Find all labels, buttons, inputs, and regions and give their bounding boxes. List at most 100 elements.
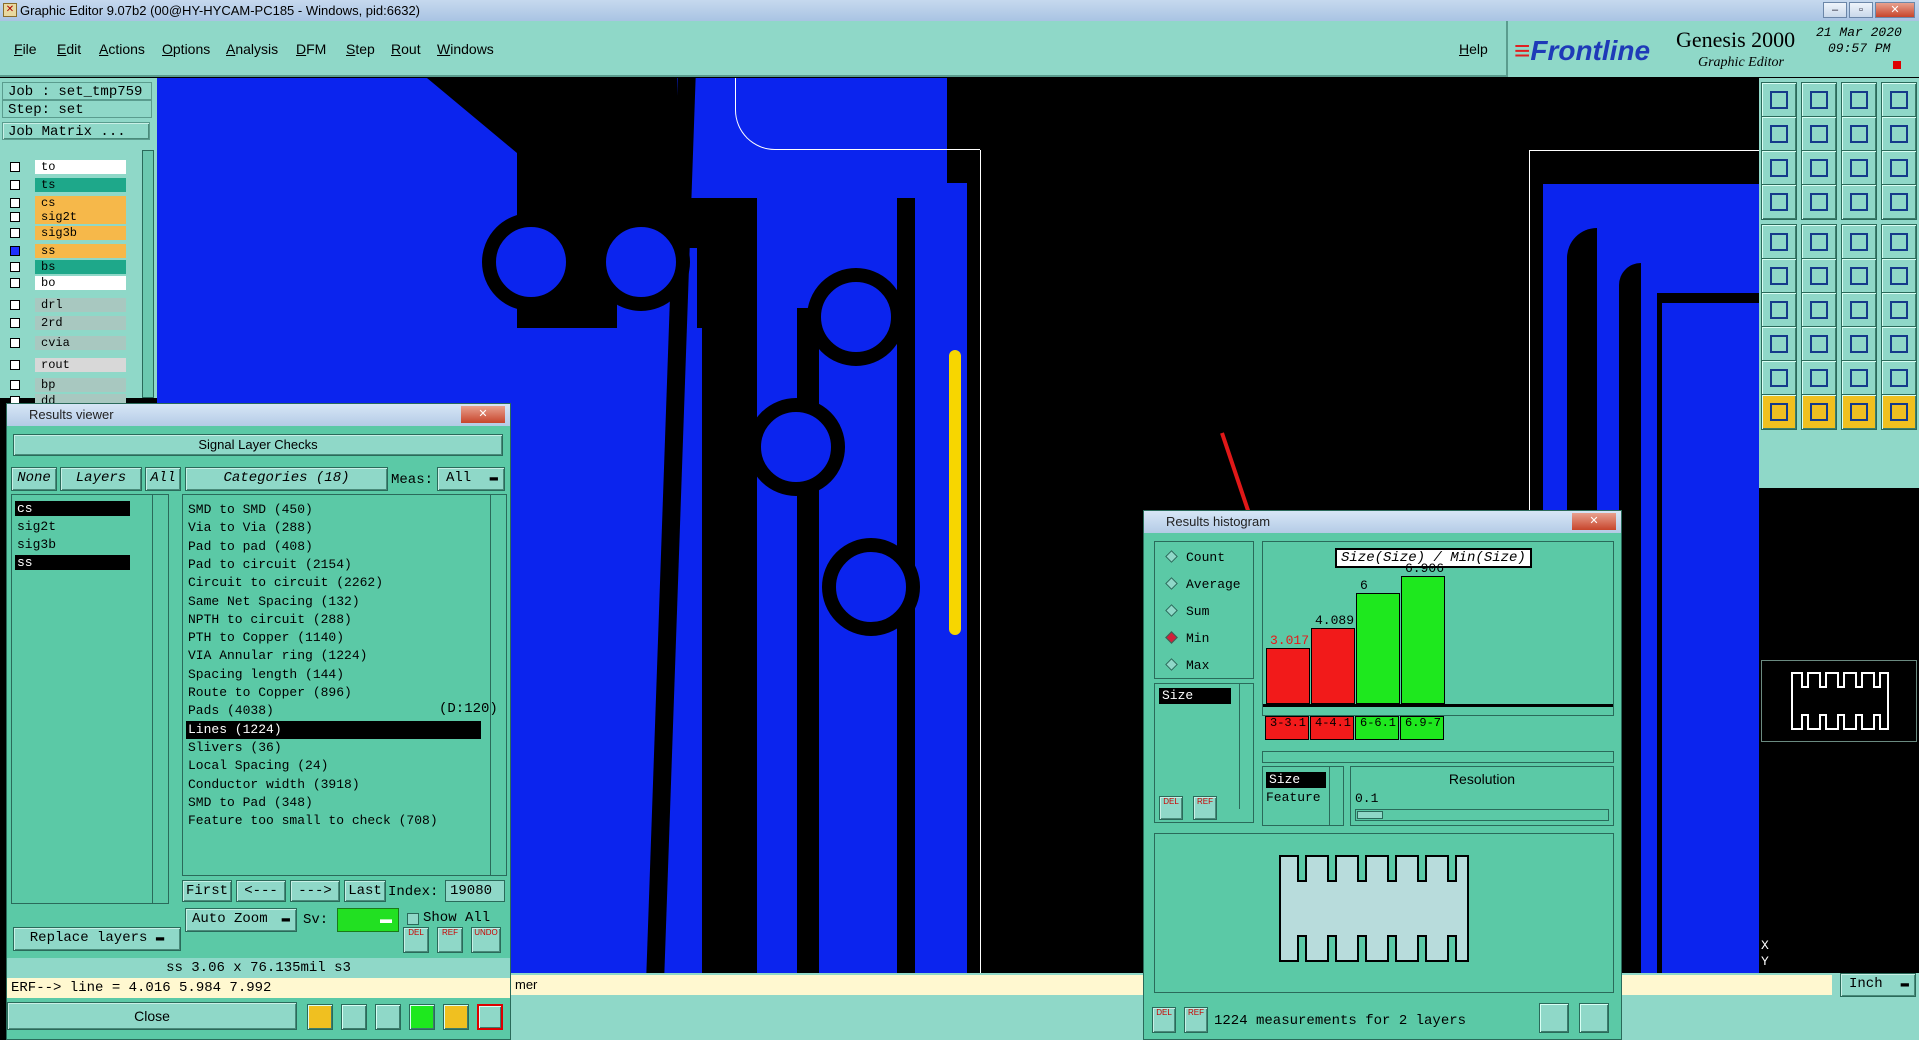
category-item[interactable]: Via to Via (288) [186, 519, 313, 537]
layer-checkbox[interactable] [10, 212, 20, 222]
menu-rout[interactable]: Rout [391, 41, 421, 57]
first-button[interactable]: First [182, 880, 232, 902]
axis-size-item[interactable]: Size [1266, 772, 1326, 788]
units-select[interactable]: Inch ▬ [1840, 973, 1916, 997]
menu-file[interactable]: File [14, 41, 37, 57]
grid-icon[interactable] [1801, 184, 1837, 220]
undo-button[interactable]: UNDO [471, 927, 501, 953]
menu-windows[interactable]: Windows [437, 41, 494, 57]
pointer-icon[interactable] [1761, 394, 1797, 430]
arc-icon[interactable] [1761, 292, 1797, 328]
layer-checkbox[interactable] [10, 338, 20, 348]
category-item[interactable]: Pads (4038) [186, 702, 274, 720]
category-item[interactable]: VIA Annular ring (1224) [186, 647, 367, 665]
preview-map[interactable] [1154, 833, 1614, 993]
resolution-slider[interactable] [1355, 809, 1609, 821]
add-icon[interactable] [1801, 224, 1837, 260]
histogram-scrollbar[interactable] [1262, 751, 1614, 763]
house-icon[interactable] [1841, 82, 1877, 118]
curve-icon[interactable] [1841, 292, 1877, 328]
move-in-icon[interactable] [1761, 116, 1797, 152]
hist-tool-a-icon[interactable] [1539, 1003, 1569, 1033]
zoom-1to1-icon[interactable] [1841, 150, 1877, 186]
layer-scrollbar[interactable] [142, 150, 154, 398]
rotate-icon[interactable] [1881, 116, 1917, 152]
route-icon[interactable] [1881, 258, 1917, 294]
category-item[interactable]: PTH to Copper (1140) [186, 629, 344, 647]
highlighted-line[interactable] [949, 350, 961, 635]
edge-icon[interactable] [1841, 258, 1877, 294]
category-item[interactable]: Conductor width (3918) [186, 776, 360, 794]
stat-option-min[interactable]: Min [1165, 631, 1209, 646]
category-item[interactable]: Pad to circuit (2154) [186, 556, 352, 574]
category-item[interactable]: SMD to Pad (348) [186, 794, 313, 812]
overview-panel[interactable] [1759, 488, 1919, 918]
layer-checkbox[interactable] [10, 360, 20, 370]
auto-zoom-select[interactable]: Auto Zoom ▬ [185, 908, 297, 932]
tool-b-icon[interactable] [341, 1004, 367, 1030]
overview-map[interactable] [1761, 660, 1917, 742]
layer-checkbox[interactable] [10, 180, 20, 190]
all-layers-button[interactable]: All [145, 467, 181, 491]
hist-ref-button[interactable]: REF [1193, 796, 1217, 820]
category-item[interactable]: Route to Copper (896) [186, 684, 352, 702]
stat-option-count[interactable]: Count [1165, 550, 1225, 565]
category-item[interactable]: Same Net Spacing (132) [186, 593, 360, 611]
hist-del-button[interactable]: DEL [1159, 796, 1183, 820]
category-item[interactable]: Feature too small to check (708) [186, 812, 438, 830]
menu-actions[interactable]: Actions [99, 41, 145, 57]
center-icon[interactable] [1801, 150, 1837, 186]
split-icon[interactable] [1881, 82, 1917, 118]
mirror-icon[interactable] [1841, 116, 1877, 152]
tool-e-icon[interactable] [443, 1004, 469, 1030]
stat-option-sum[interactable]: Sum [1165, 604, 1209, 619]
help-icon[interactable] [1881, 150, 1917, 186]
result-layer-item[interactable]: sig3b [15, 537, 130, 552]
align-icon[interactable] [1881, 326, 1917, 362]
layer-checkbox[interactable] [10, 246, 20, 256]
category-item[interactable]: SMD to SMD (450) [186, 501, 313, 519]
layer-checkbox[interactable] [10, 380, 20, 390]
prev-button[interactable]: <--- [236, 880, 286, 902]
category-item[interactable]: Local Spacing (24) [186, 757, 328, 775]
summary-del-button[interactable]: DEL [1152, 1007, 1176, 1033]
tool-c-icon[interactable] [375, 1004, 401, 1030]
job-matrix-button[interactable]: Job Matrix ... [2, 122, 150, 140]
histogram-bar[interactable] [1266, 647, 1310, 704]
meas-select[interactable]: All ▬ [437, 467, 505, 491]
replace-layers-button[interactable]: Replace layers ▬ [13, 927, 181, 951]
tool-a-icon[interactable] [307, 1004, 333, 1030]
menu-analysis[interactable]: Analysis [226, 41, 278, 57]
category-item[interactable]: Slivers (36) [186, 739, 282, 757]
menu-dfm[interactable]: DFM [296, 41, 326, 57]
pad-flip-icon[interactable] [1881, 292, 1917, 328]
resolution-slider-handle[interactable] [1357, 811, 1383, 819]
hist-tool-b-icon[interactable] [1579, 1003, 1609, 1033]
axis-list-scrollbar[interactable] [1329, 767, 1343, 825]
pad-icon[interactable] [1761, 224, 1797, 260]
results-viewer-close-icon[interactable]: ✕ [461, 406, 505, 423]
layer-checkbox[interactable] [10, 318, 20, 328]
connect-icon[interactable] [1761, 258, 1797, 294]
histogram-bar[interactable] [1311, 628, 1355, 704]
result-layer-item[interactable]: sig2t [15, 519, 130, 534]
minimize-button[interactable]: – [1823, 2, 1847, 18]
histogram-icon[interactable] [477, 1004, 503, 1030]
histogram-close-icon[interactable]: ✕ [1572, 513, 1616, 530]
close-window-button[interactable]: ✕ [1875, 2, 1915, 18]
show-all-checkbox[interactable] [407, 913, 419, 925]
sv-color-select[interactable]: ▬ [337, 908, 399, 932]
category-item[interactable]: Lines (1224) [186, 720, 481, 739]
menu-help[interactable]: Help [1459, 41, 1488, 57]
next-button[interactable]: ---> [290, 880, 340, 902]
stat-option-max[interactable]: Max [1165, 658, 1209, 673]
index-input[interactable]: 19080 [445, 880, 505, 902]
histogram-bar[interactable] [1401, 575, 1445, 704]
pointer-edit-icon[interactable] [1881, 394, 1917, 430]
field-list-item[interactable]: Size [1159, 688, 1231, 704]
pointer-sel-icon[interactable] [1801, 394, 1837, 430]
category-item[interactable]: Pad to pad (408) [186, 538, 313, 556]
del-button[interactable]: DEL [403, 927, 429, 953]
a-shape-icon[interactable] [1801, 360, 1837, 396]
layer-checkbox[interactable] [10, 162, 20, 172]
